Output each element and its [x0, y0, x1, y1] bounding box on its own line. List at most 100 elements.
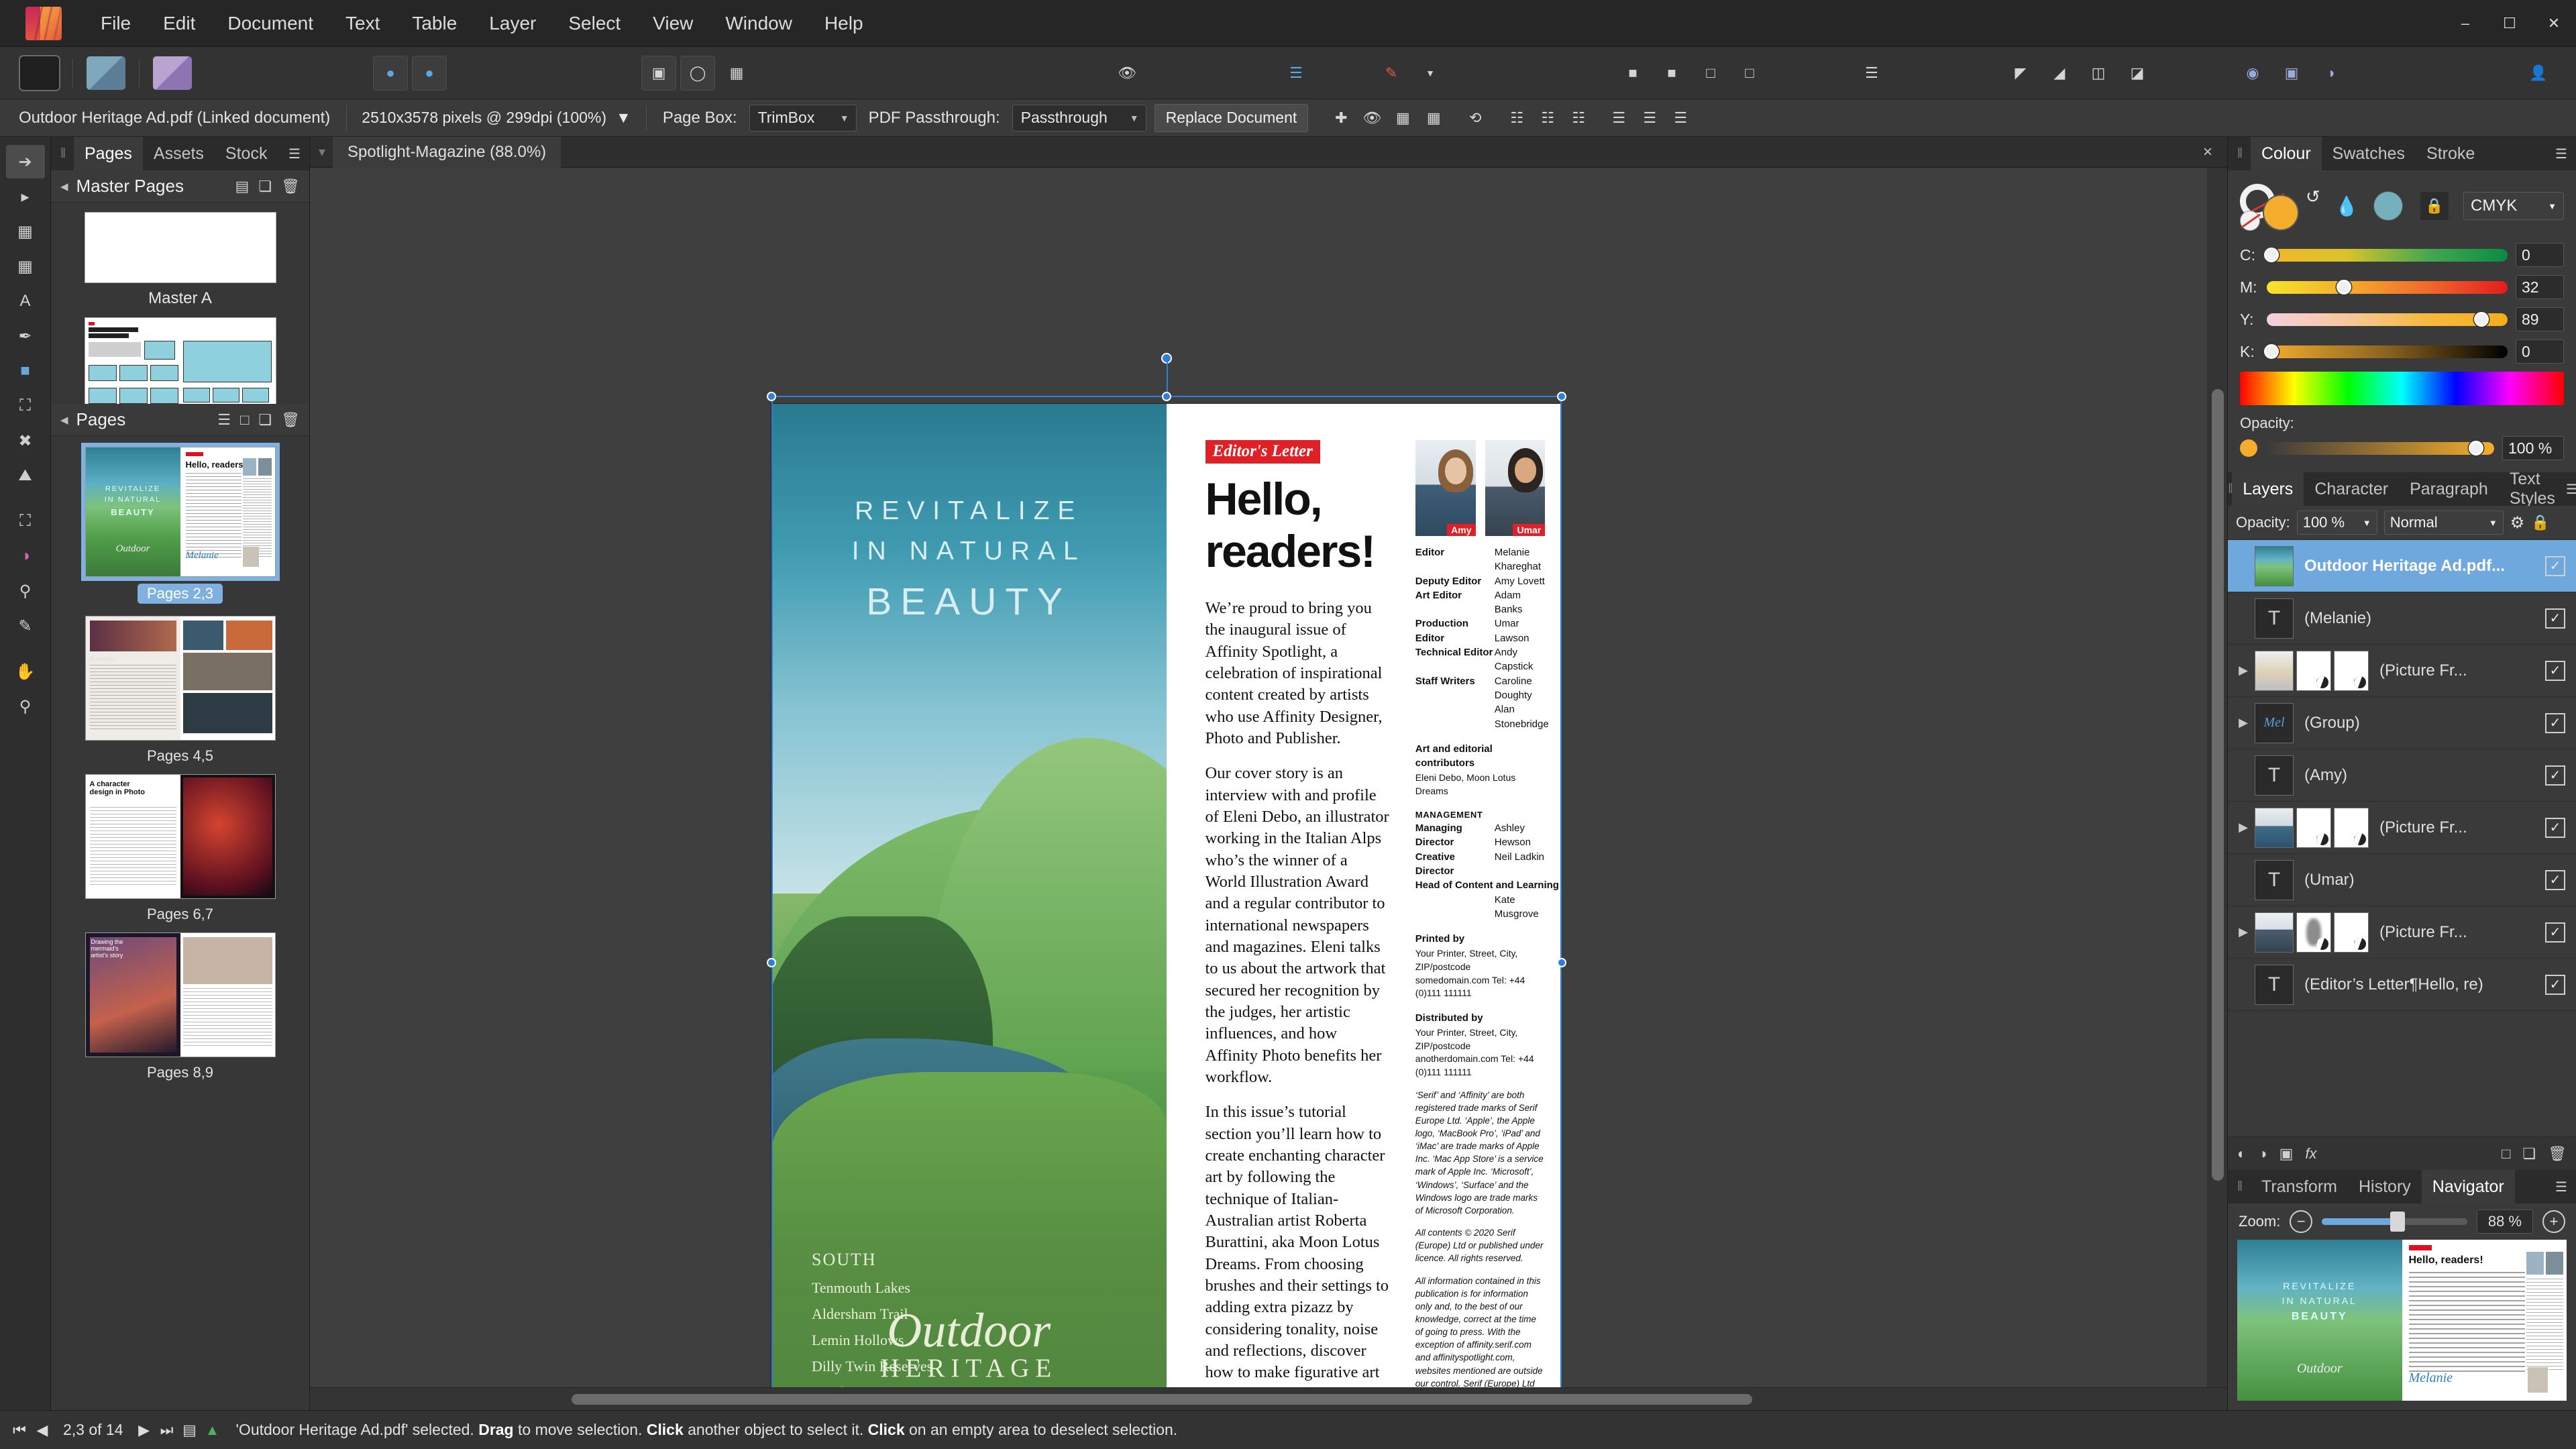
opacity-value[interactable]: 100 %: [2502, 436, 2564, 460]
close-button[interactable]: ✕: [2532, 0, 2576, 47]
picture-frame-tool[interactable]: ⛶: [6, 389, 45, 423]
restore-button[interactable]: ☐: [2487, 0, 2532, 47]
layer-visibility-checkbox[interactable]: ✓: [2545, 922, 2565, 943]
tab-layers[interactable]: Layers: [2232, 472, 2304, 506]
panel-menu-icon[interactable]: ☰: [2546, 137, 2576, 170]
document-setup-icon[interactable]: ◉: [2235, 56, 2270, 91]
colour-spectrum[interactable]: [2240, 372, 2564, 405]
align-h-left-icon[interactable]: ☷: [1501, 104, 1532, 132]
panel-menu-icon[interactable]: ☰: [280, 137, 309, 170]
duplicate-layer-icon[interactable]: ❏: [2522, 1145, 2536, 1163]
zoom-slider[interactable]: [2322, 1218, 2467, 1225]
zoom-slider-knob[interactable]: [2390, 1212, 2405, 1232]
layer-row-editors-letter-text[interactable]: T (Editor’s Letter¶Hello, re) ✓: [2228, 959, 2576, 1011]
canvas-vertical-scrollbar[interactable]: [2207, 168, 2227, 1387]
page-list-icon[interactable]: ▤: [178, 1421, 201, 1439]
doctab-grip-icon[interactable]: ▾: [310, 144, 333, 160]
eye-preview-icon[interactable]: 👁: [1110, 56, 1144, 91]
tab-text-styles[interactable]: Text Styles: [2499, 472, 2566, 506]
selection-handle-ml[interactable]: [767, 958, 776, 967]
channel-knob-k[interactable]: [2264, 344, 2279, 359]
move-backward-icon[interactable]: □: [1693, 56, 1728, 91]
tab-colour[interactable]: Colour: [2251, 137, 2322, 170]
colour-picker-icon[interactable]: 💧: [2335, 195, 2359, 217]
page-thumbnail-8-9[interactable]: Drawing themermaid'sartist's story: [85, 932, 276, 1057]
align-v-top-icon[interactable]: ☰: [1603, 104, 1634, 132]
duplicate-master-icon[interactable]: ❏: [258, 178, 272, 195]
last-page-icon[interactable]: ⏭: [156, 1421, 178, 1439]
pencil-tool[interactable]: ✎: [6, 609, 45, 643]
frame-text-tool[interactable]: ▦: [6, 215, 45, 248]
panel-menu-icon[interactable]: ☰: [2546, 1170, 2576, 1203]
pin-float-icon[interactable]: ●: [412, 56, 447, 91]
portrait-umar[interactable]: Umar: [1485, 440, 1546, 536]
lock-colour-icon[interactable]: 🔒: [2420, 192, 2449, 220]
page-thumbnail-6-7[interactable]: A characterdesign in Photo: [85, 774, 276, 899]
layer-row-umar-text[interactable]: T (Umar) ✓: [2228, 854, 2576, 906]
anchor-icon[interactable]: ✚: [1326, 104, 1356, 132]
expand-triangle-icon[interactable]: ▶: [2232, 925, 2255, 939]
panel-grip-icon[interactable]: ‖: [51, 137, 74, 170]
add-page-icon[interactable]: □: [240, 411, 249, 429]
channel-slider-y[interactable]: [2267, 313, 2508, 326]
grid-icon[interactable]: ▦: [719, 56, 754, 91]
page-item[interactable]: Drawing themermaid'sartist's story Pages…: [51, 932, 309, 1081]
page-thumbnail-2-3[interactable]: REVITALIZEIN NATURALBEAUTY Outdoor Hello…: [85, 447, 276, 577]
layers-list[interactable]: Outdoor Heritage Ad.pdf... ✓ T (Melanie)…: [2228, 539, 2576, 1136]
live-filter-icon[interactable]: ▣: [2279, 1145, 2294, 1163]
reset-transform-icon[interactable]: ⟲: [1460, 104, 1491, 132]
tab-transform[interactable]: Transform: [2251, 1170, 2348, 1203]
navigator-preview[interactable]: REVITALIZEIN NATURALBEAUTY Outdoor Hello…: [2237, 1240, 2567, 1401]
channel-slider-c[interactable]: [2267, 249, 2508, 262]
move-tool[interactable]: ➔: [6, 145, 45, 178]
tab-assets[interactable]: Assets: [143, 137, 215, 170]
rotate-right-icon[interactable]: ◪: [2120, 56, 2155, 91]
publisher-persona-icon[interactable]: [20, 56, 59, 90]
layer-row-picture-frame-brunette[interactable]: ▶ (Picture Fr... ✓: [2228, 802, 2576, 854]
layer-row-melanie-text[interactable]: T (Melanie) ✓: [2228, 592, 2576, 645]
fx-icon[interactable]: fx: [2305, 1145, 2316, 1163]
add-layer-icon[interactable]: □: [2502, 1145, 2510, 1163]
pages-header[interactable]: ◀ Pages ☰ □ ❏ 🗑: [51, 404, 309, 436]
selection-handle-tr[interactable]: [1557, 392, 1566, 401]
fill-stroke-swatches[interactable]: [2240, 181, 2298, 231]
apply-master-icon[interactable]: ☰: [217, 411, 231, 429]
pen-dropdown-icon[interactable]: ▼: [1413, 56, 1448, 91]
layer-visibility-checkbox[interactable]: ✓: [2545, 661, 2565, 681]
show-hide-icon[interactable]: 👁: [1356, 104, 1387, 132]
layer-visibility-checkbox[interactable]: ✓: [2545, 556, 2565, 576]
account-icon[interactable]: 👤: [2521, 56, 2556, 91]
layer-visibility-checkbox[interactable]: ✓: [2545, 975, 2565, 995]
menu-edit[interactable]: Edit: [147, 7, 211, 40]
layer-visibility-checkbox[interactable]: ✓: [2545, 713, 2565, 733]
menu-file[interactable]: File: [85, 7, 147, 40]
align-left-icon[interactable]: ☰: [1854, 56, 1889, 91]
menu-help[interactable]: Help: [808, 7, 879, 40]
colour-picker-tool[interactable]: ⚲: [6, 574, 45, 608]
layer-row-outdoor-heritage-pdf[interactable]: Outdoor Heritage Ad.pdf... ✓: [2228, 540, 2576, 592]
opacity-knob[interactable]: [2469, 441, 2483, 455]
channel-value-m[interactable]: 32: [2516, 275, 2564, 299]
delete-master-icon[interactable]: 🗑: [281, 178, 300, 195]
channel-value-y[interactable]: 89: [2516, 307, 2564, 331]
layer-row-amy-text[interactable]: T (Amy) ✓: [2228, 749, 2576, 802]
artistic-text-tool[interactable]: A: [6, 284, 45, 318]
layer-visibility-checkbox[interactable]: ✓: [2545, 608, 2565, 629]
channel-knob-y[interactable]: [2474, 312, 2489, 327]
document-tab[interactable]: Spotlight-Magazine (88.0%): [333, 137, 561, 168]
master-thumb-b[interactable]: Master B: [51, 317, 309, 404]
close-document-icon[interactable]: ×: [2188, 143, 2227, 162]
page-thumbnail-4-5[interactable]: Contents: [85, 616, 276, 741]
selection-handle-tc[interactable]: [1162, 392, 1171, 401]
tab-navigator[interactable]: Navigator: [2422, 1170, 2515, 1203]
next-page-icon[interactable]: ▶: [133, 1421, 156, 1439]
move-to-back-icon[interactable]: □: [1732, 56, 1767, 91]
pdf-passthrough-select[interactable]: Passthrough ▼: [1012, 105, 1146, 131]
zoom-in-button[interactable]: +: [2542, 1210, 2565, 1233]
selection-handle-mr[interactable]: [1557, 958, 1566, 967]
pin-icon[interactable]: ●: [373, 56, 408, 91]
circle-frame-icon[interactable]: ◯: [680, 56, 715, 91]
delete-layer-icon[interactable]: 🗑: [2548, 1145, 2567, 1163]
previous-page-icon[interactable]: ◀: [31, 1421, 54, 1439]
menu-window[interactable]: Window: [709, 7, 808, 40]
